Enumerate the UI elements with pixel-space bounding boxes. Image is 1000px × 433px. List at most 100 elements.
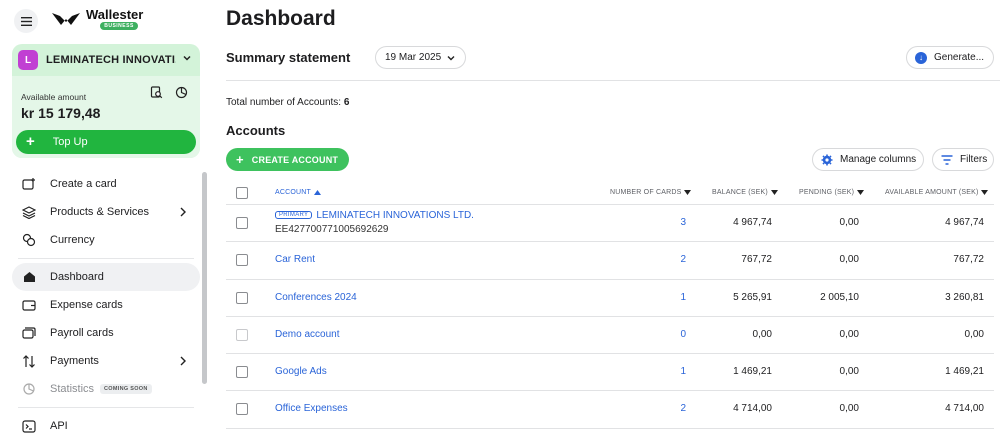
table-row[interactable]: Office Expenses 2 4 714,00 0,00 4 714,00	[226, 391, 994, 429]
pending-cell: 2 005,10	[820, 291, 859, 303]
brand-badge: BUSINESS	[100, 22, 138, 30]
available-cell: 1 469,21	[945, 366, 984, 378]
balance-cell: 0,00	[752, 328, 772, 340]
row-checkbox[interactable]	[236, 291, 248, 304]
column-header-pending[interactable]: PENDING (SEK)	[799, 189, 865, 196]
account-name-cell[interactable]: PRIMARY LEMINATECH INNOVATIONS LTD. EE427…	[275, 210, 474, 235]
row-checkbox[interactable]	[236, 366, 248, 379]
balance-cell: 4 967,74	[733, 217, 772, 228]
currency-exchange-icon	[22, 233, 36, 247]
filters-button[interactable]: Filters	[932, 148, 994, 171]
download-icon: ↓	[915, 51, 927, 64]
sort-desc-icon	[857, 190, 865, 195]
table-row[interactable]: Car Rent 2 767,72 0,00 767,72	[226, 242, 994, 280]
statement-search-icon[interactable]	[150, 86, 163, 99]
brand-logo[interactable]: Wallester BUSINESS	[52, 8, 143, 30]
primary-badge: PRIMARY	[275, 211, 313, 219]
sort-desc-icon	[981, 190, 989, 195]
column-header-account[interactable]: ACCOUNT	[275, 189, 322, 196]
account-link[interactable]: Conferences 2024	[275, 292, 357, 303]
account-iban: EE427700771005692629	[275, 224, 389, 235]
sidebar-item-statistics: Statistics COMING SOON	[12, 375, 200, 403]
nav-divider	[18, 407, 194, 408]
sidebar-item-label: Expense cards	[50, 299, 123, 311]
balance-cell: 5 265,91	[733, 291, 772, 303]
balance-cell: 1 469,21	[733, 366, 772, 378]
table-header: ACCOUNT NUMBER OF CARDS BALANCE (SEK) PE…	[226, 182, 994, 205]
pending-cell: 0,00	[839, 403, 859, 415]
available-cell: 767,72	[953, 254, 984, 266]
cards-count-link[interactable]: 2	[680, 403, 686, 414]
account-link[interactable]: Demo account	[275, 329, 339, 340]
balance-cell: 767,72	[741, 254, 772, 266]
pending-cell: 0,00	[839, 366, 859, 378]
chevron-down-icon	[183, 55, 191, 61]
create-account-button[interactable]: + CREATE ACCOUNT	[226, 148, 349, 171]
column-header-cards[interactable]: NUMBER OF CARDS	[610, 189, 692, 196]
account-link[interactable]: Google Ads	[275, 366, 327, 377]
sidebar-item-products[interactable]: Products & Services	[12, 198, 200, 226]
pie-chart-icon[interactable]	[175, 86, 188, 99]
terminal-icon	[22, 419, 36, 433]
table-row[interactable]: Google Ads 1 1 469,21 0,00 1 469,21	[226, 354, 994, 392]
available-panel: Available amount kr 15 179,48 + Top Up	[12, 76, 200, 158]
account-switcher[interactable]: L LEMINATECH INNOVATI...	[12, 44, 200, 76]
menu-toggle-button[interactable]	[14, 9, 38, 33]
accounts-title: Accounts	[226, 123, 286, 138]
account-link[interactable]: LEMINATECH INNOVATIONS LTD.	[316, 210, 474, 221]
sidebar: Wallester BUSINESS L LEMINATECH INNOVATI…	[0, 0, 210, 433]
gear-icon	[821, 154, 833, 166]
date-select[interactable]: 19 Mar 2025	[375, 46, 466, 69]
sidebar-item-label: Statistics	[50, 383, 95, 395]
cards-count-link[interactable]: 3	[680, 217, 686, 228]
sidebar-item-create-card[interactable]: Create a card	[12, 170, 200, 198]
sidebar-item-label: Dashboard	[50, 271, 104, 283]
column-header-balance[interactable]: BALANCE (SEK)	[712, 189, 778, 196]
total-accounts-label: Total number of Accounts:	[226, 97, 342, 108]
coming-soon-badge: COMING SOON	[100, 384, 152, 394]
cards-stack-icon	[22, 326, 36, 340]
account-link[interactable]: Car Rent	[275, 254, 315, 265]
available-cell: 4 714,00	[945, 403, 984, 415]
cards-count-link[interactable]: 2	[680, 254, 686, 265]
sidebar-item-dashboard[interactable]: Dashboard	[12, 263, 200, 291]
chevron-right-icon	[180, 207, 186, 217]
brand-name: Wallester	[86, 7, 144, 22]
account-link[interactable]: Office Expenses	[275, 403, 348, 414]
manage-columns-button[interactable]: Manage columns	[812, 148, 924, 171]
cards-count-link[interactable]: 1	[680, 292, 686, 303]
available-cell: 0,00	[964, 328, 984, 340]
top-up-button[interactable]: + Top Up	[16, 130, 196, 154]
table-row[interactable]: PRIMARY LEMINATECH INNOVATIONS LTD. EE427…	[226, 205, 994, 243]
summary-statement-title: Summary statement	[226, 50, 351, 65]
sidebar-item-payments[interactable]: Payments	[12, 347, 200, 375]
plus-icon: +	[26, 133, 35, 150]
sidebar-scrollbar[interactable]	[202, 172, 207, 384]
sidebar-item-payroll-cards[interactable]: Payroll cards	[12, 319, 200, 347]
layers-icon	[22, 205, 36, 219]
wallester-logo-icon	[52, 13, 80, 25]
row-checkbox[interactable]	[236, 254, 248, 267]
sidebar-item-expense-cards[interactable]: Expense cards	[12, 291, 200, 319]
accounts-table: ACCOUNT NUMBER OF CARDS BALANCE (SEK) PE…	[226, 182, 994, 429]
main-content: Dashboard Summary statement 19 Mar 2025 …	[226, 0, 1000, 433]
available-label: Available amount	[21, 92, 87, 102]
row-checkbox[interactable]	[236, 403, 248, 416]
cards-count-link[interactable]: 0	[680, 329, 686, 340]
sidebar-item-api[interactable]: API	[12, 412, 200, 433]
table-row[interactable]: Demo account 0 0,00 0,00 0,00	[226, 317, 994, 355]
top-up-label: Top Up	[52, 136, 88, 148]
wallet-icon	[22, 298, 36, 312]
available-amount: kr 15 179,48	[21, 105, 101, 121]
row-checkbox-disabled	[236, 328, 248, 341]
row-checkbox[interactable]	[236, 217, 248, 229]
cards-count-link[interactable]: 1	[680, 366, 686, 377]
pending-cell: 0,00	[839, 217, 859, 228]
column-header-available[interactable]: AVAILABLE AMOUNT (SEK)	[885, 189, 989, 196]
hamburger-icon	[20, 16, 32, 26]
sidebar-item-label: Payroll cards	[50, 327, 114, 339]
sidebar-item-currency[interactable]: Currency	[12, 226, 200, 254]
table-row[interactable]: Conferences 2024 1 5 265,91 2 005,10 3 2…	[226, 280, 994, 317]
generate-button[interactable]: ↓ Generate...	[906, 46, 994, 69]
select-all-checkbox[interactable]	[236, 187, 248, 199]
